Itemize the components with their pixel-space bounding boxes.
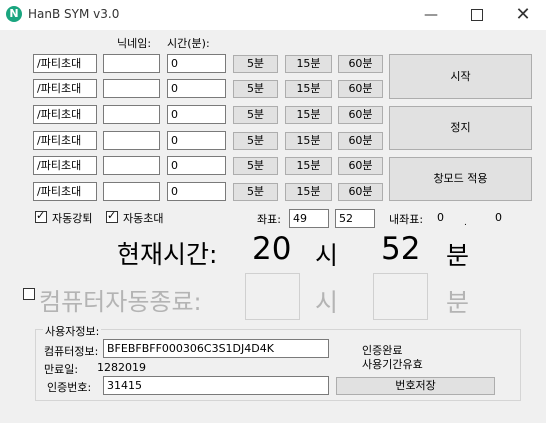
nickname-field-2[interactable] [103,79,160,98]
expiry-value: 1282019 [97,361,146,374]
internal-y-value: 0 [495,211,502,224]
expiry-label: 만료일: [44,363,79,376]
shutdown-minute-field[interactable] [373,273,428,320]
minutes-field-1[interactable]: 0 [167,54,226,73]
nickname-field-5[interactable] [103,156,160,175]
coord-x-field[interactable]: 49 [289,209,329,228]
maximize-icon[interactable] [454,0,500,30]
window-title: HanB SYM v3.0 [28,7,120,21]
minimize-icon[interactable]: — [408,0,454,30]
start-button[interactable]: 시작 [389,54,532,99]
five-min-button-2[interactable]: 5분 [233,80,278,98]
nickname-field-6[interactable] [103,182,160,201]
save-number-button[interactable]: 번호저장 [336,377,495,395]
hour-unit-label: 시 [315,241,339,270]
window-mode-button[interactable]: 창모드 적용 [389,157,532,201]
nickname-header: 닉네임: [117,37,152,50]
auto-shutdown-checkbox[interactable] [23,288,35,300]
minutes-field-5[interactable]: 0 [167,156,226,175]
app-logo-icon: N [6,6,22,22]
five-min-button-5[interactable]: 5분 [233,157,278,175]
coord-y-field[interactable]: 52 [335,209,375,228]
sixty-min-button-5[interactable]: 60분 [338,157,383,175]
auto-invite-label: 자동초대 [123,212,164,225]
command-field-3[interactable]: /파티초대 [33,105,97,124]
five-min-button-3[interactable]: 5분 [233,106,278,124]
minute-unit-label: 분 [446,241,470,270]
auth-number-field[interactable]: 31415 [103,376,329,395]
computer-info-label: 컴퓨터정보: [44,345,99,358]
sixty-min-button-4[interactable]: 60분 [338,132,383,150]
coords-label: 좌표: [257,213,281,226]
title-bar: N HanB SYM v3.0 — ✕ [0,0,546,30]
internal-x-value: 0 [437,211,444,224]
nickname-field-1[interactable] [103,54,160,73]
current-hour-value: 20 [252,231,292,267]
sixty-min-button-1[interactable]: 60분 [338,55,383,73]
fifteen-min-button-4[interactable]: 15분 [285,132,332,150]
usage-period-status-text: 사용기간유효 [362,358,423,371]
fifteen-min-button-2[interactable]: 15분 [285,80,332,98]
sixty-min-button-3[interactable]: 60분 [338,106,383,124]
minutes-field-3[interactable]: 0 [167,105,226,124]
fifteen-min-button-1[interactable]: 15분 [285,55,332,73]
stop-button[interactable]: 정지 [389,106,532,150]
fifteen-min-button-5[interactable]: 15분 [285,157,332,175]
command-field-4[interactable]: /파티초대 [33,131,97,150]
computer-info-field[interactable]: BFEBFBFF000306C3S1DJ4D4K [103,339,329,358]
command-field-5[interactable]: /파티초대 [33,156,97,175]
five-min-button-1[interactable]: 5분 [233,55,278,73]
current-minute-value: 52 [381,231,421,267]
app-window: N HanB SYM v3.0 — ✕ 닉네임: 시간(분): /파티초대 0 … [0,0,546,423]
shutdown-minute-unit: 분 [446,288,470,317]
auto-invite-checkbox[interactable] [106,209,118,223]
auto-kick-checkbox[interactable] [35,209,47,223]
five-min-button-4[interactable]: 5분 [233,132,278,150]
auto-shutdown-label: 컴퓨터자동종료: [39,288,202,316]
shutdown-hour-unit: 시 [315,288,339,317]
sixty-min-button-6[interactable]: 60분 [338,183,383,201]
fifteen-min-button-3[interactable]: 15분 [285,106,332,124]
minutes-field-6[interactable]: 0 [167,182,226,201]
minutes-field-2[interactable]: 0 [167,79,226,98]
command-field-6[interactable]: /파티초대 [33,182,97,201]
shutdown-hour-field[interactable] [245,273,300,320]
auto-kick-label: 자동강퇴 [52,212,93,225]
nickname-field-4[interactable] [103,131,160,150]
auth-number-label: 인증번호: [47,381,92,394]
minutes-field-4[interactable]: 0 [167,131,226,150]
sixty-min-button-2[interactable]: 60분 [338,80,383,98]
command-field-1[interactable]: /파티초대 [33,54,97,73]
separator-dot: . [464,218,467,228]
time-header: 시간(분): [167,37,210,50]
five-min-button-6[interactable]: 5분 [233,183,278,201]
current-time-label: 현재시간: [117,240,218,269]
user-info-title: 사용자정보: [43,323,102,339]
internal-coords-label: 내좌표: [389,213,424,226]
close-icon[interactable]: ✕ [500,0,546,30]
nickname-field-3[interactable] [103,105,160,124]
command-field-2[interactable]: /파티초대 [33,79,97,98]
fifteen-min-button-6[interactable]: 15분 [285,183,332,201]
